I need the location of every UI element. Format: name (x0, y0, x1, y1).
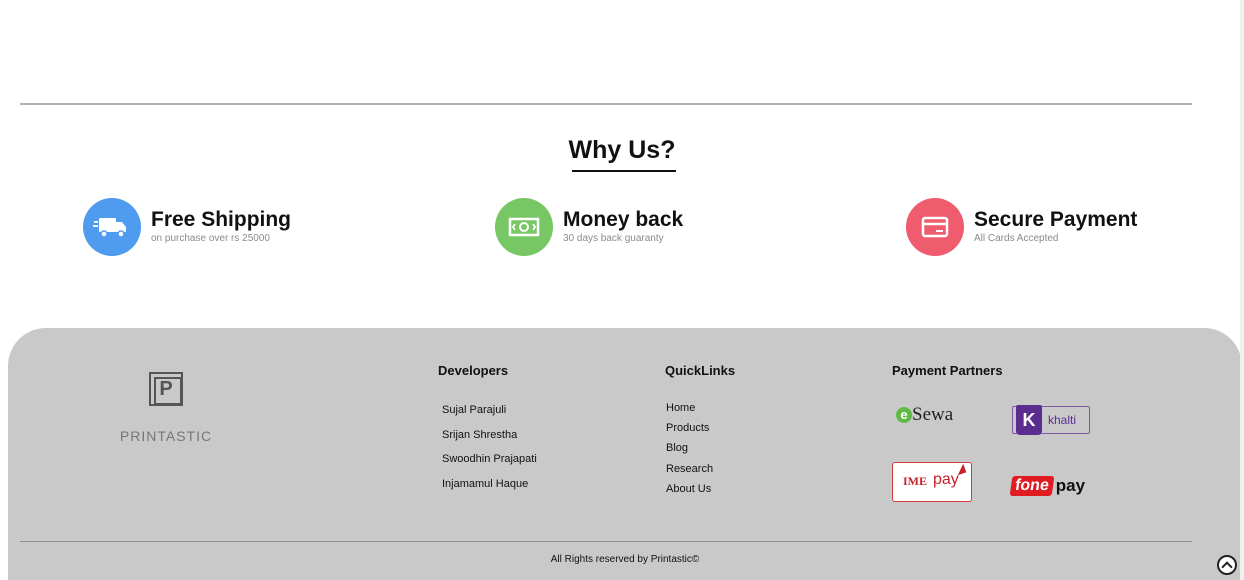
imepay-pay-text: pay (933, 471, 959, 488)
feature-free-shipping: Free Shipping on purchase over rs 25000 (83, 198, 291, 256)
feature-subtitle: on purchase over rs 25000 (151, 233, 270, 244)
card-icon (906, 198, 964, 256)
feature-title: Money back (563, 208, 684, 231)
feature-subtitle: 30 days back guaranty (563, 233, 664, 244)
quicklink-blog[interactable]: Blog (666, 442, 713, 462)
quicklink-home[interactable]: Home (666, 402, 713, 422)
developer-item[interactable]: Injamamul Haque (442, 478, 537, 503)
logo-mark-icon: P (149, 372, 183, 406)
copyright-text: All Rights reserved by Printastic© (550, 554, 700, 565)
quicklinks-heading: QuickLinks (665, 363, 736, 378)
imepay-ime-text: IME (903, 474, 927, 488)
developer-item[interactable]: Sujal Parajuli (442, 404, 537, 429)
why-us-underline (572, 170, 676, 172)
developer-item[interactable]: Swoodhin Prajapati (442, 453, 537, 478)
quicklink-research[interactable]: Research (666, 463, 713, 483)
imepay-logo: IME pay (892, 462, 972, 502)
fonepay-pay-text: pay (1055, 476, 1086, 495)
scrollbar-track[interactable] (1240, 0, 1244, 580)
esewa-logo: e Sewa (896, 404, 968, 432)
quicklinks-list: Home Products Blog Research About Us (666, 402, 713, 503)
feature-secure-payment: Secure Payment All Cards Accepted (906, 198, 1137, 256)
cash-icon (495, 198, 553, 256)
why-us-heading: Why Us? (568, 136, 676, 164)
khalti-k-icon: K (1016, 405, 1042, 435)
developer-item[interactable]: Srijan Shrestha (442, 429, 537, 454)
esewa-e-icon: e (896, 407, 912, 423)
fonepay-fone-text: fone (1009, 476, 1055, 496)
esewa-wordmark: Sewa (912, 404, 954, 425)
feature-money-back: Money back 30 days back guaranty (495, 198, 683, 256)
brand-logo[interactable]: P PRINTASTIC (116, 372, 216, 444)
scroll-to-top-button[interactable] (1217, 555, 1237, 575)
developers-heading: Developers (438, 363, 509, 378)
developers-list: Sujal Parajuli Srijan Shrestha Swoodhin … (442, 404, 537, 502)
feature-subtitle: All Cards Accepted (974, 233, 1059, 244)
feature-title: Secure Payment (974, 208, 1138, 231)
feature-title: Free Shipping (151, 208, 292, 231)
imepay-arrow-icon (954, 463, 967, 476)
quicklink-products[interactable]: Products (666, 422, 713, 442)
khalti-logo: K khalti (1012, 405, 1090, 435)
site-footer: P PRINTASTIC Developers Sujal Parajuli S… (8, 328, 1242, 580)
khalti-wordmark: khalti (1048, 413, 1077, 427)
payment-partners-heading: Payment Partners (892, 363, 1003, 378)
delivery-truck-icon (83, 198, 141, 256)
fonepay-logo: fone pay (1009, 474, 1086, 498)
quicklink-about-us[interactable]: About Us (666, 483, 713, 503)
section-divider (20, 103, 1192, 105)
brand-name: PRINTASTIC (119, 428, 213, 444)
footer-divider (20, 541, 1192, 542)
